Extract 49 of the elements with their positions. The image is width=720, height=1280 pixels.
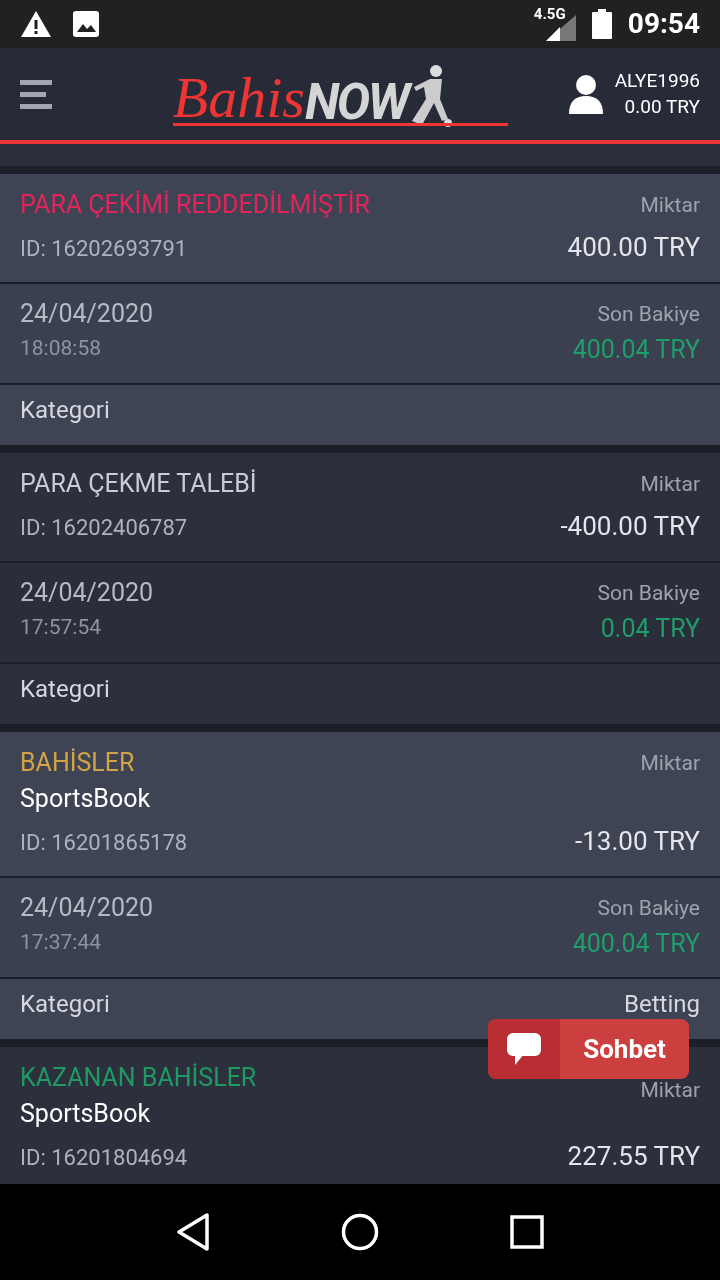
transaction-date: 24/04/2020 — [20, 577, 154, 609]
image-icon — [72, 10, 100, 38]
transaction-id: ID: 16202693791 — [20, 235, 189, 263]
transaction-date: 24/04/2020 — [20, 892, 154, 924]
balance-label: Son Bakiye — [597, 895, 700, 922]
transaction-id: ID: 16201804694 — [20, 1144, 189, 1172]
network-label: 4.5G — [533, 4, 566, 25]
transaction-type: BAHİSLER — [20, 747, 136, 779]
transaction-date: 24/04/2020 — [20, 298, 154, 330]
balance-label: Son Bakiye — [597, 580, 700, 607]
clock: 09:54 — [627, 6, 700, 42]
menu-button[interactable] — [20, 79, 52, 109]
category-label: Kategori — [20, 990, 110, 1018]
back-icon[interactable] — [175, 1213, 210, 1251]
recents-icon[interactable] — [510, 1215, 545, 1249]
category-label: Kategori — [20, 396, 110, 424]
user-balance: 0.00 TRY — [624, 94, 700, 120]
balance-value: 400.04 TRY — [572, 928, 700, 960]
logo: BahisNOW — [172, 62, 508, 126]
category-label: Kategori — [20, 675, 110, 703]
provider-label: SportsBook — [20, 1098, 152, 1130]
amount-value: 227.55 TRY — [567, 1140, 700, 1173]
home-icon[interactable] — [341, 1213, 379, 1251]
transaction-type: PARA ÇEKME TALEBİ — [20, 468, 257, 500]
transaction-time: 18:08:58 — [20, 335, 102, 362]
username: ALYE1996 — [614, 68, 700, 94]
transaction-id: ID: 16201865178 — [20, 829, 188, 857]
transaction-time: 17:57:54 — [20, 614, 102, 641]
transaction-type: KAZANAN BAHİSLER — [20, 1062, 257, 1094]
amount-label: Miktar — [640, 1077, 700, 1104]
speech-bubble-icon — [507, 1033, 541, 1065]
warning-icon — [20, 10, 52, 38]
amount-value: 400.00 TRY — [567, 231, 700, 264]
transaction-id: ID: 16202406787 — [20, 514, 189, 542]
balance-label: Son Bakiye — [597, 301, 700, 328]
provider-label: SportsBook — [20, 783, 152, 815]
amount-value: -400.00 TRY — [560, 510, 700, 543]
transaction-type: PARA ÇEKİMİ REDDEDİLMİŞTİR — [20, 189, 370, 221]
amount-label: Miktar — [640, 471, 700, 498]
chat-button[interactable]: Sohbet — [488, 1019, 689, 1079]
user-icon — [568, 74, 603, 114]
category-value: Betting — [624, 990, 700, 1018]
amount-label: Miktar — [640, 750, 700, 777]
battery-icon — [591, 9, 612, 39]
balance-value: 0.04 TRY — [600, 613, 700, 645]
balance-value: 400.04 TRY — [572, 334, 700, 366]
amount-label: Miktar — [640, 192, 700, 219]
amount-value: -13.00 TRY — [575, 825, 700, 858]
transaction-time: 17:37:44 — [20, 929, 102, 956]
